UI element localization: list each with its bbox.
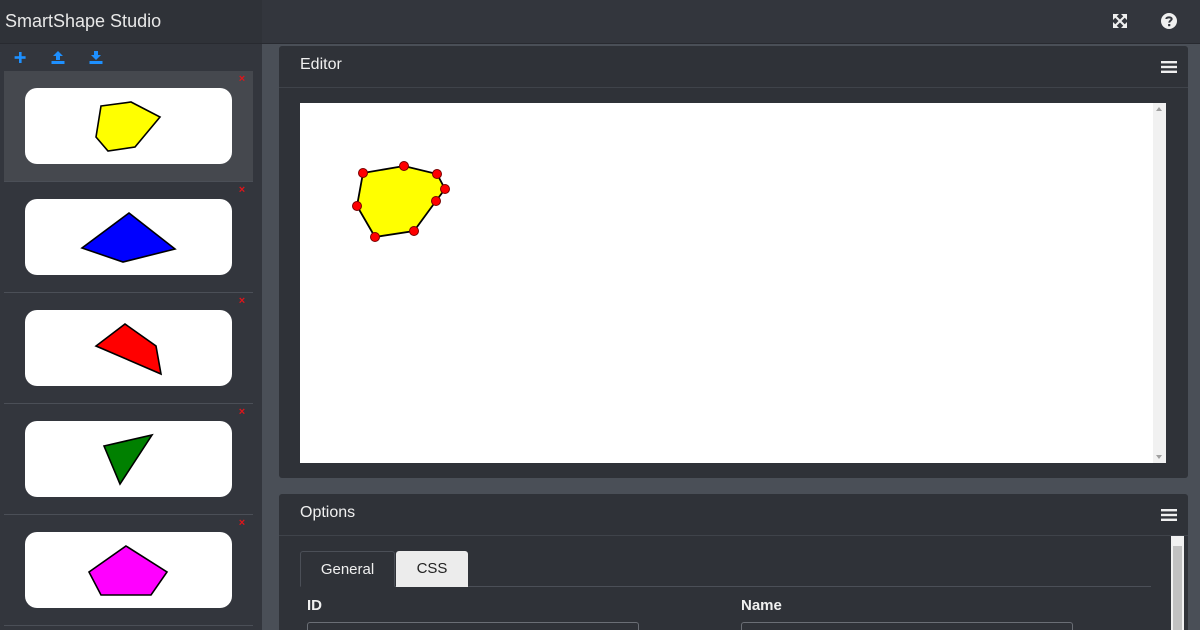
options-title: Options xyxy=(300,504,356,521)
control-point[interactable] xyxy=(432,169,442,179)
shape-list: × × × × × xyxy=(4,71,254,626)
editor-panel-header: Editor xyxy=(279,46,1188,88)
delete-shape-icon[interactable]: × xyxy=(237,296,247,307)
options-panel-header: Options xyxy=(279,494,1188,536)
help-button[interactable] xyxy=(1160,12,1178,30)
export-button[interactable] xyxy=(88,48,104,66)
shape-list-item-red[interactable]: × xyxy=(4,293,253,404)
control-point[interactable] xyxy=(370,232,380,242)
id-label: ID xyxy=(307,597,322,614)
editor-panel: Editor xyxy=(279,46,1188,478)
control-point[interactable] xyxy=(352,201,362,211)
top-bar xyxy=(262,0,1200,44)
control-point[interactable] xyxy=(431,196,441,206)
shape-list-item-blue[interactable]: × xyxy=(4,182,253,293)
name-label: Name xyxy=(741,597,782,614)
green-triangle-preview xyxy=(102,433,154,486)
app-title: SmartShape Studio xyxy=(0,0,262,44)
hamburger-menu-icon xyxy=(1161,509,1177,521)
magenta-pentagon-preview xyxy=(87,545,169,596)
delete-shape-icon[interactable]: × xyxy=(237,74,247,85)
shape-thumbnail xyxy=(25,199,232,275)
options-scrollbar[interactable] xyxy=(1171,536,1184,630)
shape-editor-svg[interactable] xyxy=(300,103,1153,463)
shape-list-item-yellow[interactable]: × xyxy=(4,71,253,182)
options-tabs: General CSS xyxy=(300,551,1151,587)
blue-polygon-preview xyxy=(80,211,177,263)
canvas-scrollbar[interactable] xyxy=(1153,103,1166,463)
add-shape-button[interactable] xyxy=(12,48,28,66)
delete-shape-icon[interactable]: × xyxy=(237,518,247,529)
name-input[interactable] xyxy=(741,622,1073,630)
shape-list-item-magenta[interactable]: × xyxy=(4,515,253,626)
id-input[interactable] xyxy=(307,622,639,630)
control-point[interactable] xyxy=(399,161,409,171)
sidebar: SmartShape Studio × × × × × xyxy=(0,0,262,630)
import-button[interactable] xyxy=(50,48,66,66)
editor-title: Editor xyxy=(300,56,342,73)
plus-icon xyxy=(14,52,26,63)
help-icon xyxy=(1161,13,1177,29)
sidebar-toolbar xyxy=(0,46,262,68)
options-menu-button[interactable] xyxy=(1160,508,1178,522)
shape-thumbnail xyxy=(25,421,232,497)
app-root: SmartShape Studio × × × × × Editor Optio… xyxy=(0,0,1200,630)
options-panel: Options General CSS ID Name xyxy=(279,494,1188,630)
fullscreen-button[interactable] xyxy=(1111,12,1129,30)
delete-shape-icon[interactable]: × xyxy=(237,185,247,196)
shape-thumbnail xyxy=(25,310,232,386)
yellow-polygon-preview xyxy=(95,101,162,152)
shape-thumbnail xyxy=(25,88,232,164)
red-polygon-preview xyxy=(94,323,163,376)
tab-general[interactable]: General xyxy=(300,551,395,587)
scroll-up-icon[interactable] xyxy=(1156,107,1162,111)
scroll-down-icon[interactable] xyxy=(1156,455,1162,459)
upload-icon xyxy=(51,51,65,64)
editor-menu-button[interactable] xyxy=(1160,60,1178,74)
hamburger-menu-icon xyxy=(1161,61,1177,73)
control-point[interactable] xyxy=(440,184,450,194)
control-point[interactable] xyxy=(358,168,368,178)
scrollbar-thumb[interactable] xyxy=(1173,546,1182,630)
control-point[interactable] xyxy=(409,226,419,236)
delete-shape-icon[interactable]: × xyxy=(237,407,247,418)
shape-thumbnail xyxy=(25,532,232,608)
editor-canvas[interactable] xyxy=(300,103,1166,463)
download-icon xyxy=(89,51,103,64)
tab-css[interactable]: CSS xyxy=(396,551,468,587)
shape-list-item-green[interactable]: × xyxy=(4,404,253,515)
fullscreen-icon xyxy=(1113,14,1127,28)
